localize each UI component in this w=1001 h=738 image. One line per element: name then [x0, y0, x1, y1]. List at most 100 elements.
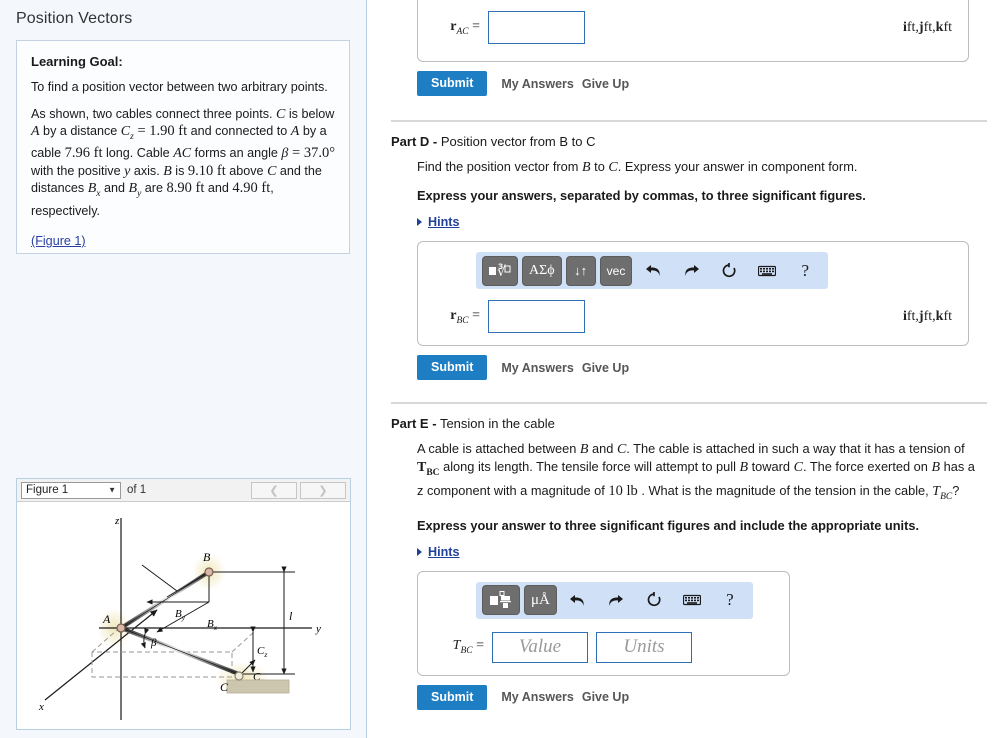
- part-c-answer-label: rAC =: [450, 18, 480, 37]
- q-text-seg: . The force exerted on: [802, 459, 932, 474]
- part-c-answer-input[interactable]: [488, 11, 585, 44]
- part-d-answer-label: rBC =: [450, 307, 480, 326]
- point-C-ref2: C: [267, 163, 277, 179]
- part-e-submit-button[interactable]: Submit: [417, 684, 488, 710]
- part-e-heading: Part E - Tension in the cable: [391, 416, 987, 431]
- part-e-value-input[interactable]: Value: [492, 631, 588, 663]
- help-icon[interactable]: ?: [788, 256, 822, 286]
- reset-icon[interactable]: [637, 585, 671, 615]
- part-c-give-up-link[interactable]: Give Up: [582, 77, 629, 91]
- reset-icon[interactable]: [712, 256, 746, 286]
- lg-text: forms an angle: [191, 146, 282, 161]
- part-e-name: Part E: [391, 416, 429, 431]
- learning-goal-heading: Learning Goal:: [31, 54, 123, 69]
- part-e-hints-toggle[interactable]: Hints: [417, 545, 475, 559]
- arrows-button[interactable]: ↓↑: [565, 255, 596, 286]
- page-title: Position Vectors: [16, 10, 133, 27]
- part-d-give-up-link[interactable]: Give Up: [582, 361, 629, 375]
- units-button[interactable]: μÅ: [524, 585, 557, 616]
- units-placeholder: Units: [623, 636, 665, 658]
- learning-goal-paragraph-1: To find a position vector between two ar…: [31, 80, 328, 94]
- q-text-seg: . Express your answer in component form.: [617, 159, 858, 174]
- part-d-mathbar: ∛ ΑΣϕ ↓↑ vec ?: [476, 252, 829, 289]
- part-d-answer-box: ∛ ΑΣϕ ↓↑ vec ? rBC = ift,jft,kft: [417, 241, 969, 346]
- chevron-left-icon: ❮: [269, 484, 279, 497]
- chevron-down-icon: ▼: [108, 485, 116, 495]
- lg-text: above: [225, 163, 268, 178]
- vec-button[interactable]: vec: [599, 255, 633, 286]
- part-c-submit-button[interactable]: Submit: [417, 71, 488, 96]
- figure-prev-button[interactable]: ❮: [251, 481, 297, 499]
- part-e-give-up-link[interactable]: Give Up: [582, 690, 629, 704]
- figure-1-link[interactable]: (Figure 1): [31, 234, 86, 248]
- part-d-answer-input[interactable]: [488, 300, 585, 333]
- lg-text: are: [141, 181, 167, 196]
- part-d-submit-button[interactable]: Submit: [417, 355, 488, 380]
- lg-text: As shown, two cables connect three point…: [31, 106, 277, 121]
- redo-icon[interactable]: [599, 585, 633, 615]
- beta-angle-arc: [140, 627, 150, 649]
- Cz-symbol: Cz: [120, 124, 134, 142]
- q-point-B2: B: [739, 460, 749, 475]
- part-c-my-answers-link[interactable]: My Answers: [501, 77, 573, 91]
- axis-y-label: y: [315, 623, 321, 635]
- part-e-instruction: Express your answer to three significant…: [417, 517, 920, 533]
- part-separator-d: [391, 120, 987, 122]
- template-icon[interactable]: ∛: [482, 255, 518, 286]
- keyboard-icon[interactable]: [675, 585, 709, 615]
- part-d-answer-row: rBC = ift,jft,kft: [418, 300, 968, 333]
- point-C-ref: C: [276, 106, 286, 122]
- figure-toolbar: Figure 1 ▼ of 1 ❮ ❯: [17, 479, 350, 502]
- chevron-right-icon: ❯: [318, 484, 328, 497]
- lg-text: with the positive: [31, 163, 125, 178]
- q-point-C: C: [608, 160, 618, 175]
- q-text-seg: A cable is attached between: [417, 441, 580, 456]
- figure-panel: Figure 1 ▼ of 1 ❮ ❯ z y x By Bx β l Cz C…: [16, 478, 351, 730]
- undo-icon[interactable]: [561, 585, 595, 615]
- Cz-value: 1.90 ft: [149, 123, 188, 139]
- part-e-mathbar: μÅ ?: [476, 581, 753, 619]
- q-text-seg: toward: [748, 459, 794, 474]
- lg-eq: =: [133, 123, 150, 139]
- redo-icon[interactable]: [674, 256, 708, 286]
- part-e-my-answers-link[interactable]: My Answers: [501, 690, 573, 704]
- part-d-title: Position vector from B to C: [440, 134, 596, 149]
- left-panel: Position Vectors Learning Goal: To find …: [0, 0, 367, 738]
- figure-link-wrapper: (Figure 1): [31, 233, 335, 248]
- figure-select[interactable]: Figure 1 ▼: [21, 481, 121, 499]
- tension-vector-symbol: TBC: [417, 460, 440, 478]
- q-magnitude-value: 10 lb: [608, 482, 638, 499]
- greek-symbols-button[interactable]: ΑΣϕ: [522, 255, 562, 286]
- part-d-my-answers-link[interactable]: My Answers: [501, 361, 573, 375]
- AB-direction-line: [141, 564, 178, 592]
- part-d-name: Part D: [391, 134, 430, 149]
- dashed-edge-2: [231, 630, 256, 653]
- By-diagram-label: By: [175, 608, 186, 622]
- lg-text: axis.: [130, 163, 164, 178]
- part-d-submit-row: Submit My Answers Give Up: [417, 355, 987, 380]
- fraction-icon-svg: [490, 591, 511, 609]
- part-d-heading: Part D - Position vector from B to C: [391, 134, 987, 149]
- part-c-answer-row: rAC = ift,jft,kft: [418, 11, 968, 44]
- B-height-value: 9.10 ft: [187, 162, 226, 179]
- figure-next-button[interactable]: ❯: [300, 481, 346, 499]
- q-text-seg: along its length. The tensile force will…: [439, 459, 740, 474]
- part-e-question: A cable is attached between B and C. The…: [417, 440, 983, 506]
- part-e-units-input[interactable]: Units: [596, 631, 692, 663]
- q-text-seg: component with a magnitude of: [423, 482, 609, 498]
- part-e-block: Part E - Tension in the cable A cable is…: [367, 416, 1001, 710]
- cable-AC-ref: AC: [173, 146, 192, 162]
- figure-nav-group: ❮ ❯: [251, 481, 346, 499]
- point-B-diagram-label: B: [203, 550, 211, 564]
- fraction-icon[interactable]: [482, 585, 520, 616]
- part-d-body: Find the position vector from B to C. Ex…: [391, 158, 987, 380]
- keyboard-icon[interactable]: [750, 256, 784, 286]
- undo-icon[interactable]: [636, 256, 670, 286]
- q-point-B: B: [582, 160, 591, 175]
- axis-z-label: z: [114, 515, 120, 527]
- help-icon[interactable]: ?: [713, 585, 747, 615]
- tension-scalar-symbol: TBC: [932, 483, 953, 502]
- triangle-right-icon: [417, 218, 422, 226]
- point-A-ref: A: [31, 124, 40, 139]
- part-d-hints-toggle[interactable]: Hints: [417, 215, 475, 229]
